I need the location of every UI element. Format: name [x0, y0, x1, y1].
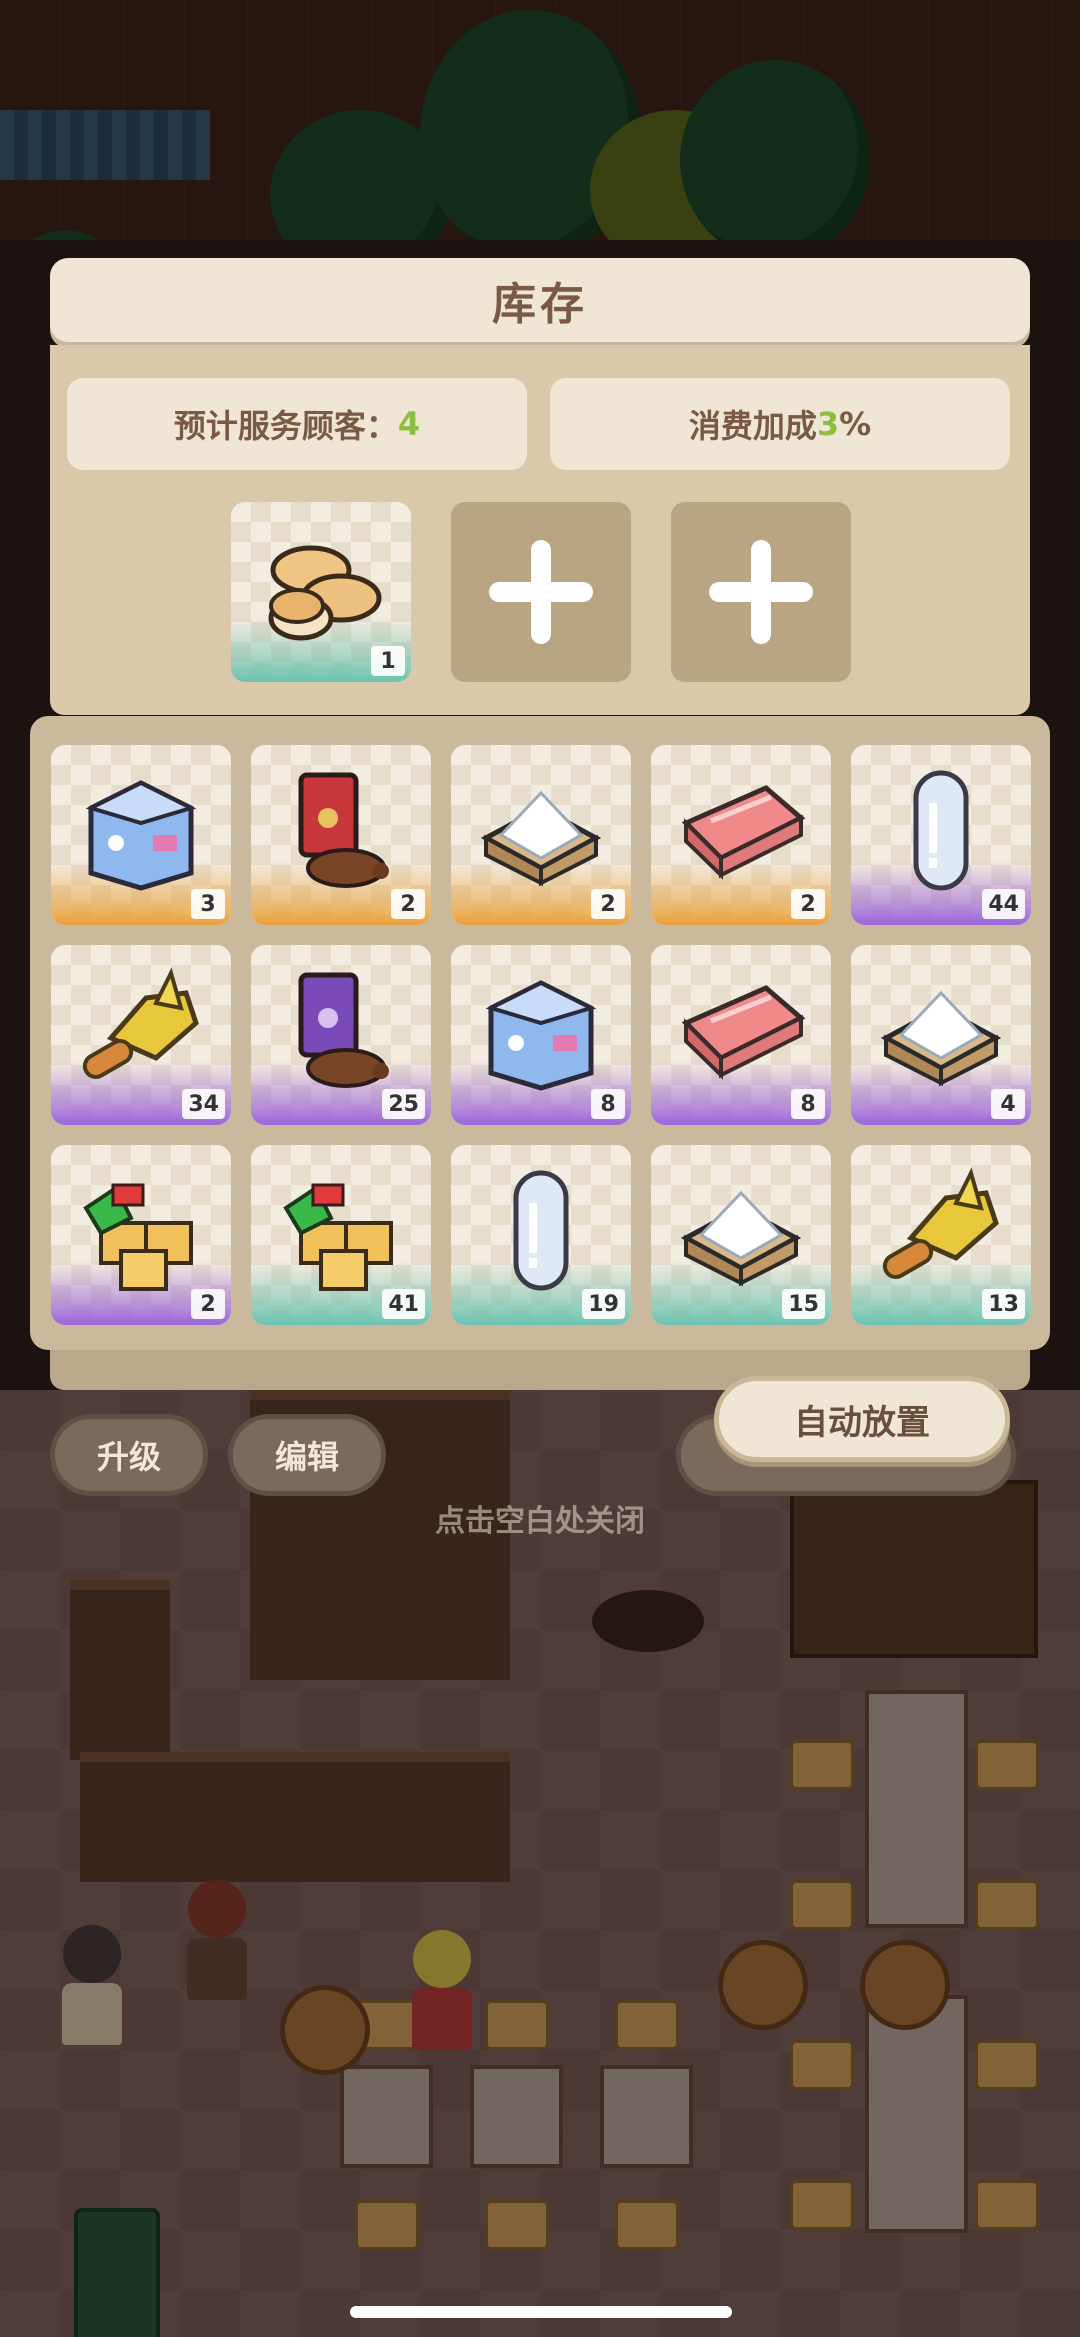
inventory-item-meat-slab[interactable]: 2	[651, 745, 831, 925]
expected-customers-label: 预计服务顾客：	[173, 407, 398, 445]
inventory-item-coffee-bag[interactable]: 2	[251, 745, 431, 925]
flour-box-icon	[880, 990, 1002, 1087]
consumption-bonus-box: 消费加成 3 %	[550, 378, 1010, 470]
item-count: 34	[182, 1089, 225, 1119]
item-count: 2	[591, 889, 625, 919]
item-count: 13	[982, 1289, 1025, 1319]
item-count: 8	[791, 1089, 825, 1119]
expected-customers-box: 预计服务顾客： 4	[67, 378, 527, 470]
consumption-bonus-label: 消费加成	[688, 407, 817, 445]
edit-label: 编辑	[274, 1438, 339, 1476]
milk-carton-icon	[485, 980, 597, 1091]
inventory-item-tofu-veg[interactable]: 2	[51, 1145, 231, 1325]
milk-carton-icon	[85, 780, 197, 891]
home-indicator[interactable]	[350, 2306, 732, 2318]
coffee-bag-icon	[298, 772, 389, 888]
item-count: 15	[782, 1289, 825, 1319]
upgrade-label: 升级	[96, 1438, 161, 1476]
tofu-veg-icon	[83, 1183, 193, 1291]
expected-customers-value: 4	[397, 405, 421, 443]
inventory-item-flour-box[interactable]: 4	[851, 945, 1031, 1125]
inventory-title-bar: 库存	[50, 258, 1030, 342]
tap-to-close-hint: 点击空白处关闭	[435, 1504, 645, 1539]
inventory-item-flour-box[interactable]: 2	[451, 745, 631, 925]
inventory-item-fried-chicken[interactable]: 13	[851, 1145, 1031, 1325]
item-count: 19	[582, 1289, 625, 1319]
fried-chicken-icon	[882, 1167, 999, 1279]
inventory-item-fried-chicken[interactable]: 34	[51, 945, 231, 1125]
water-bottle-icon	[513, 1170, 569, 1291]
fried-chicken-icon	[82, 967, 199, 1079]
add-slot-button[interactable]	[671, 502, 851, 682]
meat-slab-icon	[681, 985, 806, 1080]
auto-place-button[interactable]: 自动放置	[714, 1376, 1010, 1462]
meat-slab-icon	[681, 785, 806, 880]
consumption-bonus-unit: %	[839, 405, 872, 443]
inventory-item-flour-box[interactable]: 15	[651, 1145, 831, 1325]
panel-title: 库存	[492, 279, 588, 330]
item-count: 2	[391, 889, 425, 919]
edit-button[interactable]: 编辑	[228, 1414, 386, 1496]
flour-box-icon	[480, 790, 602, 887]
inventory-item-milk-carton[interactable]: 8	[451, 945, 631, 1125]
consumption-bonus-value: 3	[816, 405, 840, 443]
item-count: 1	[371, 646, 405, 676]
item-count: 3	[191, 889, 225, 919]
item-count: 2	[191, 1289, 225, 1319]
coffee-bag-purple-icon	[298, 972, 389, 1088]
inventory-item-meat-slab[interactable]: 8	[651, 945, 831, 1125]
bread-rolls-icon	[268, 545, 382, 641]
inventory-item-water-bottle[interactable]: 19	[451, 1145, 631, 1325]
inventory-item-milk-carton[interactable]: 3	[51, 745, 231, 925]
item-count: 4	[991, 1089, 1025, 1119]
auto-place-label: 自动放置	[794, 1402, 930, 1443]
upgrade-button[interactable]: 升级	[50, 1414, 208, 1496]
flour-box-icon	[680, 1190, 802, 1287]
item-count: 44	[982, 889, 1025, 919]
item-count: 8	[591, 1089, 625, 1119]
tofu-veg-icon	[283, 1183, 393, 1291]
inventory-item-coffee-bag-purple[interactable]: 25	[251, 945, 431, 1125]
water-bottle-icon	[913, 770, 969, 891]
item-count: 2	[791, 889, 825, 919]
placed-slot-bread[interactable]: 1	[231, 502, 411, 682]
inventory-item-water-bottle[interactable]: 44	[851, 745, 1031, 925]
item-count: 25	[382, 1089, 425, 1119]
inventory-item-tofu-veg[interactable]: 41	[251, 1145, 431, 1325]
game-screen: 升级 编辑 点击空白处关闭 库存 预计服务顾客： 4 消费加成 3 % 1 3 …	[0, 0, 1080, 2337]
add-slot-button[interactable]	[451, 502, 631, 682]
item-count: 41	[382, 1289, 425, 1319]
